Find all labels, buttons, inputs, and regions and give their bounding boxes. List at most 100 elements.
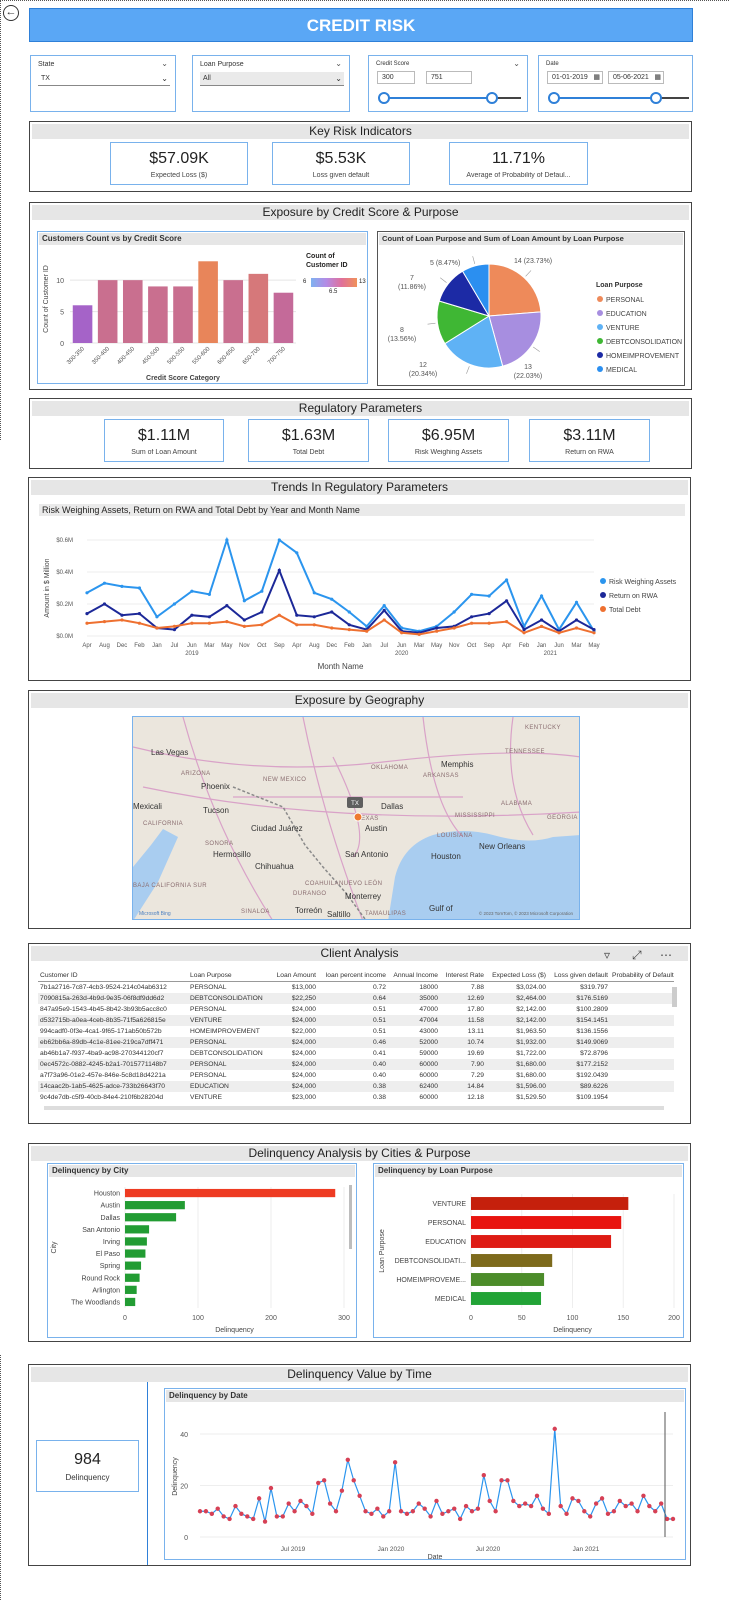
credit-score-slider-max-handle[interactable] [486, 92, 498, 104]
delinquency-date-panel[interactable]: Delinquency by Date 0 20 40 Jul 2019 Jan 202… [164, 1388, 686, 1560]
date-slider-start-handle[interactable] [548, 92, 560, 104]
trend-point [120, 613, 124, 617]
table-column-header[interactable]: Probability of Default [610, 970, 674, 982]
delinquency-date-line-chart[interactable]: 0 20 40 Jul 2019 Jan 2020 Jul 2020 Jan 2021 Dat… [165, 1402, 685, 1560]
category-label: DEBTCONSOLIDATI... [395, 1258, 466, 1265]
category-label: VENTURE [433, 1201, 467, 1208]
date-end-input[interactable]: 05-06-2021 ▦ [608, 71, 664, 84]
table-column-header[interactable]: Interest Rate [440, 970, 486, 982]
y-tick-label: $0.6M [56, 538, 73, 544]
table-cell: 12.18 [467, 1093, 484, 1101]
trends-title: Trends In Regulatory Parameters [31, 480, 688, 495]
chevron-down-icon[interactable]: ⌄ [513, 59, 520, 68]
credit-score-min-input[interactable]: 300 [377, 71, 415, 84]
trend-point [347, 628, 351, 632]
date-slider-end-handle[interactable] [650, 92, 662, 104]
return-on-rwa-card: $3.11M Return on RWA [529, 419, 650, 462]
table-column-header[interactable]: Loan Amount [268, 970, 318, 982]
table-row[interactable]: 9c4de7db-c5f9-40cb-84e4-210f6b28204d VENT… [38, 1092, 674, 1103]
table-row[interactable]: 847a95e9-1543-4b45-8b42-3b93b5acc8c0 PERS… [38, 1004, 674, 1015]
table-row[interactable]: a7f73a96-01e2-457e-846e-5c8d18d4221a PERS… [38, 1070, 674, 1081]
loan-purpose-slicer[interactable]: Loan Purpose ⌄ All ⌄ [192, 55, 350, 112]
delinquency-point [392, 1460, 398, 1465]
table-row[interactable]: ab46b1a7-f937-4ba9-ac98-270344120cf7 DEBT… [38, 1048, 674, 1059]
table-column-header[interactable]: Loan Purpose [188, 970, 268, 982]
table-cell: 0.46 [318, 1036, 388, 1048]
x-tick-label: Nov [449, 643, 460, 649]
table-cell: 14caac2b-1ab5-4625-adce-733b26643f70 [38, 1080, 188, 1092]
table-row[interactable]: 14caac2b-1ab5-4625-adce-733b26643f70 EDUC… [38, 1080, 674, 1092]
table-vertical-scrollbar[interactable] [672, 987, 677, 1007]
delinquency-city-bar-chart[interactable]: 0 100 200 300 Houston Austin Dallas San Antonio… [48, 1177, 356, 1338]
map-place-label: SONORA [205, 841, 233, 847]
table-row[interactable]: d532715b-a0ea-4ceb-8b35-71f5a626815e VENT… [38, 1014, 674, 1026]
delinquency-bar [471, 1216, 622, 1229]
x-axis-title: Delinquency [215, 1327, 254, 1334]
trend-point [155, 626, 159, 630]
delinquency-bar [471, 1273, 545, 1286]
credit-score-slider-min-handle[interactable] [378, 92, 390, 104]
delinquency-city-panel[interactable]: Delinquency by City 0 100 200 300 Houston Aus… [47, 1163, 357, 1338]
chevron-down-icon[interactable]: ⌄ [335, 59, 342, 68]
pie-data-label-percent: (13.56%) [388, 336, 416, 343]
table-row[interactable]: eb62bb6a-89db-4c1e-81ee-219ca7dff471 PERS… [38, 1036, 674, 1048]
y-tick-label: $0.2M [56, 602, 73, 608]
table-cell [610, 1070, 674, 1081]
table-column-header[interactable]: Expected Loss ($) [486, 970, 548, 982]
delinquency-point [215, 1506, 220, 1511]
table-cell: 0.38 [372, 1093, 386, 1101]
calendar-icon[interactable]: ▦ [593, 72, 600, 83]
exposure-map[interactable]: KENTUCKY Las Vegas TENNESSEE OKLAHOMA Memphi… [132, 716, 580, 920]
delinquency-point [256, 1496, 262, 1501]
table-column-header[interactable]: Loss given default [548, 970, 610, 982]
color-scale-max: 13 [359, 279, 366, 285]
loan-purpose-pie-chart[interactable]: 14 (23.73%) 13 (22.03%) 12 (20.34%) 8 (13.56%)… [378, 245, 684, 385]
loss-given-default-label: Loss given default [312, 172, 370, 179]
delinquency-purpose-panel[interactable]: Delinquency by Loan Purpose 0 50 100 150 200… [373, 1163, 684, 1338]
map-place-label: Ciudad Juárez [251, 824, 303, 833]
delinquency-purpose-bar-chart[interactable]: 0 50 100 150 200 VENTURE PERSONAL EDUCATION DEBT… [374, 1177, 683, 1338]
filter-icon[interactable]: ▿ [604, 948, 610, 962]
chevron-down-icon[interactable]: ⌄ [161, 59, 168, 68]
more-options-icon[interactable]: ⋯ [660, 948, 672, 962]
delinquency-point [493, 1509, 498, 1514]
map-place-label: Las Vegas [151, 748, 188, 757]
trends-line-chart[interactable]: $0.0M $0.2M $0.4M $0.6M Apr Aug Dec Feb Jan Jul Ju… [29, 518, 689, 678]
date-slicer[interactable]: Date 01-01-2019 ▦ 05-06-2021 ▦ [538, 55, 693, 112]
focus-mode-icon[interactable]: ⤢ [632, 948, 642, 963]
x-tick-label: 0 [123, 1315, 127, 1322]
credit-score-bar-panel[interactable]: Customers Count vs by Credit Score 0 5 10 3… [37, 231, 368, 384]
table-row[interactable]: 7090815a-263d-4b9d-9e35-06f8df9dd6d2 DEBT… [38, 992, 674, 1004]
table-cell [610, 1036, 674, 1048]
table-cell: $1,596.00 [486, 1080, 548, 1092]
table-cell: 9c4de7db-c5f9-40cb-84e4-210f6b28204d [40, 1093, 164, 1101]
table-cell: $1,963.50 [516, 1027, 546, 1035]
delinquency-point [446, 1509, 451, 1514]
table-row[interactable]: 7b1a2716-7c87-4cb3-9524-214c04ab6312 PERS… [38, 982, 674, 993]
state-slicer[interactable]: State ⌄ TX ⌄ [30, 55, 176, 112]
delinquency-point [582, 1509, 587, 1514]
map-place-label: Torreón [295, 906, 322, 915]
credit-score-slicer[interactable]: Credit Score ⌄ 300 751 [368, 55, 528, 112]
loan-purpose-dropdown[interactable]: All ⌄ [200, 72, 344, 86]
client-table[interactable]: Customer ID Loan Purpose Loan Amount loan p… [38, 970, 682, 1112]
year-label: 2021 [544, 651, 558, 657]
table-row[interactable]: 994cadf0-0f3e-4ca1-9f65-171ab50b572b HOME… [38, 1026, 674, 1037]
map-canvas[interactable]: KENTUCKY Las Vegas TENNESSEE OKLAHOMA Memphi… [133, 717, 580, 920]
table-cell: 11.58 [440, 1014, 486, 1026]
loan-purpose-pie-panel[interactable]: Count of Loan Purpose and Sum of Loan Am… [377, 231, 685, 386]
map-place-label: GEORGIA [547, 815, 578, 821]
date-start-input[interactable]: 01-01-2019 ▦ [547, 71, 603, 84]
table-row[interactable]: 0ec4572c-0882-4245-b2a1-7015771148b7 PERS… [38, 1058, 674, 1070]
table-column-header[interactable]: Customer ID [38, 970, 188, 982]
state-dropdown[interactable]: TX ⌄ [38, 72, 170, 86]
table-horizontal-scrollbar[interactable] [44, 1106, 664, 1110]
back-arrow-icon[interactable]: ← [3, 5, 19, 21]
table-column-header[interactable]: loan percent income [318, 970, 388, 982]
delinquency-point [221, 1514, 226, 1519]
calendar-icon[interactable]: ▦ [654, 72, 661, 83]
table-column-header[interactable]: Annual Income [388, 970, 440, 982]
trend-point [504, 599, 509, 603]
credit-score-max-input[interactable]: 751 [426, 71, 472, 84]
table-cell: 994cadf0-0f3e-4ca1-9f65-171ab50b572b [40, 1027, 162, 1035]
